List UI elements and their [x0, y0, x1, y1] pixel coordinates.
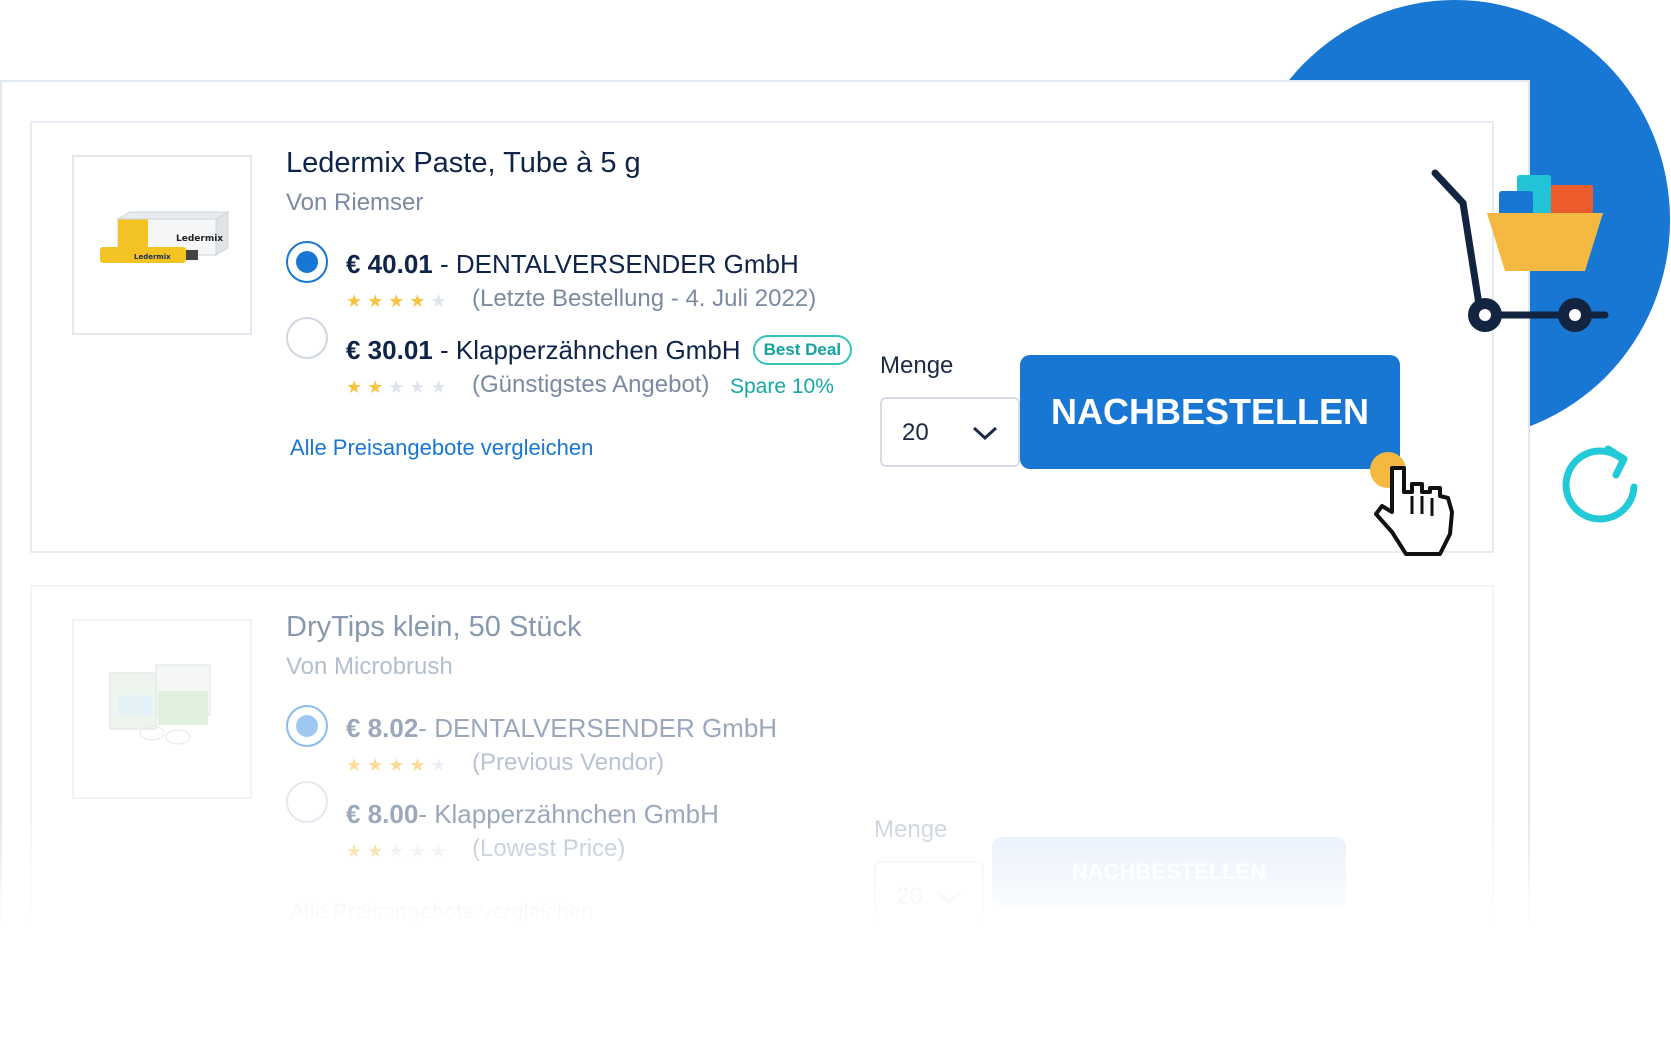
offer-vendor: Klapperzähnchen GmbH: [434, 799, 719, 829]
offer-separator: -: [418, 713, 435, 743]
offer-vendor: DENTALVERSENDER GmbH: [455, 249, 799, 279]
svg-text:Ledermix: Ledermix: [176, 234, 223, 244]
compare-offers-link[interactable]: Alle Preisangebote vergleichen: [290, 899, 593, 925]
offer-radio-dentalversender[interactable]: [286, 241, 328, 283]
ledermix-product-image: Ledermix Ledermix: [100, 211, 230, 263]
quantity-label: Menge: [880, 352, 954, 379]
quantity-value: 20: [896, 883, 923, 910]
offer-radio-klapperzaehnchen[interactable]: [286, 317, 328, 359]
offer-price: € 40.01: [346, 249, 433, 279]
drytips-product-image: [109, 664, 211, 745]
offer-price: € 8.00: [346, 799, 419, 829]
rating-stars: ★★★★★: [346, 377, 452, 397]
rating-stars: ★★★★★: [346, 291, 452, 311]
product-image: [72, 619, 252, 799]
offer-price: € 30.01: [346, 335, 433, 365]
product-brand: Von Microbrush: [286, 653, 453, 680]
cart-icon: [1431, 169, 1609, 332]
offer-vendor: DENTALVERSENDER GmbH: [434, 713, 778, 743]
savings-label: Spare 10%: [730, 375, 834, 398]
product-image: Ledermix Ledermix: [72, 155, 252, 335]
quantity-select[interactable]: 20: [874, 861, 984, 931]
best-deal-badge: Best Deal: [752, 335, 853, 365]
offer-separator: -: [432, 335, 456, 365]
rating-stars: ★★★★★: [346, 841, 452, 861]
product-card: DryTips klein, 50 Stück Von Microbrush €…: [30, 585, 1494, 1005]
refresh-icon: [1562, 445, 1638, 523]
rating-stars: ★★★★★: [346, 755, 452, 775]
offer-note: (Günstigstes Angebot): [472, 371, 710, 398]
offer-line: € 8.00- Klapperzähnchen GmbH: [346, 799, 719, 830]
svg-text:Ledermix: Ledermix: [134, 253, 171, 261]
offer-note: (Lowest Price): [472, 835, 626, 862]
product-title: Ledermix Paste, Tube à 5 g: [286, 147, 641, 179]
compare-offers-link[interactable]: Alle Preisangebote vergleichen: [290, 435, 593, 461]
offer-note: (Letzte Bestellung - 4. Juli 2022): [472, 285, 817, 312]
reorder-button[interactable]: NACHBESTELLEN: [992, 837, 1346, 907]
pointer-hand-icon: [1370, 452, 1454, 556]
offer-line: € 40.01 - DENTALVERSENDER GmbH: [346, 249, 799, 280]
offer-line: € 8.02- DENTALVERSENDER GmbH: [346, 713, 777, 744]
offer-radio-dentalversender[interactable]: [286, 705, 328, 747]
offer-note: (Previous Vendor): [472, 749, 665, 776]
chevron-down-icon: [936, 890, 962, 905]
offer-line: € 30.01 - Klapperzähnchen GmbH Best Deal: [346, 335, 853, 366]
product-card: Ledermix Ledermix Ledermix Paste, Tube à…: [30, 121, 1494, 553]
offer-separator: -: [418, 799, 435, 829]
offer-separator: -: [432, 249, 456, 279]
quantity-label: Menge: [874, 816, 948, 843]
offer-vendor: Klapperzähnchen GmbH: [455, 335, 741, 365]
offer-price: € 8.02: [346, 713, 419, 743]
product-title: DryTips klein, 50 Stück: [286, 611, 582, 643]
offer-radio-klapperzaehnchen[interactable]: [286, 781, 328, 823]
quantity-select[interactable]: 20: [880, 397, 1020, 467]
product-brand: Von Riemser: [286, 189, 424, 216]
reorder-button[interactable]: NACHBESTELLEN: [1020, 355, 1400, 469]
quantity-value: 20: [902, 419, 929, 446]
chevron-down-icon: [972, 426, 998, 441]
